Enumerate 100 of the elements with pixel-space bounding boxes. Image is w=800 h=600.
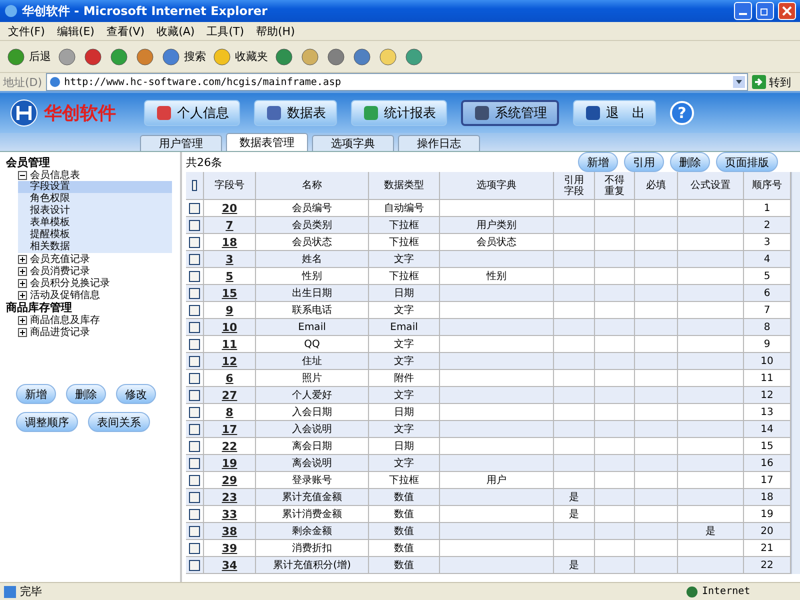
field-link[interactable]: 6 [226, 372, 234, 384]
field-link[interactable]: 39 [222, 542, 238, 554]
checkbox[interactable] [189, 372, 200, 384]
address-field[interactable]: http://www.hc-software.com/hcgis/mainframe.asp [46, 73, 748, 91]
checkbox[interactable] [189, 338, 200, 350]
field-link[interactable]: 3 [226, 252, 234, 266]
tree-item[interactable]: 活动及促销信息 [30, 288, 100, 302]
action-button[interactable]: 新增 [16, 384, 56, 404]
checkbox[interactable] [189, 390, 200, 400]
scrollbar[interactable] [791, 172, 800, 574]
tree-item[interactable]: 报表设计 [18, 205, 172, 217]
action-button[interactable]: 表间关系 [88, 412, 150, 432]
field-link[interactable]: 34 [222, 558, 238, 572]
checkbox[interactable] [189, 322, 200, 332]
expand-icon[interactable] [18, 290, 27, 300]
field-link[interactable]: 5 [226, 270, 234, 282]
menu-item[interactable]: 工具(T) [206, 24, 244, 38]
tree-item[interactable]: 字段设置 [18, 181, 172, 193]
field-link[interactable]: 33 [222, 508, 238, 520]
field-link[interactable]: 20 [222, 202, 238, 214]
tab[interactable]: 数据表管理 [226, 133, 308, 151]
tree-item[interactable]: 角色权限 [18, 193, 172, 205]
toolbar-button[interactable]: 搜索 [161, 46, 206, 66]
tree-item[interactable]: 商品进货记录 [30, 325, 90, 339]
field-link[interactable]: 10 [222, 320, 238, 334]
checkbox[interactable] [189, 474, 200, 486]
checkbox[interactable] [189, 542, 200, 554]
tab[interactable]: 用户管理 [140, 135, 222, 151]
checkbox[interactable] [189, 270, 200, 282]
action-button[interactable]: 新增 [578, 152, 618, 172]
minimize-button[interactable] [734, 2, 752, 20]
menu-item[interactable]: 帮助(H) [256, 24, 295, 38]
tab[interactable]: 选项字典 [312, 135, 394, 151]
checkbox[interactable] [189, 560, 200, 570]
action-button[interactable]: 删除 [670, 152, 710, 172]
field-link[interactable]: 11 [222, 338, 238, 350]
field-link[interactable]: 18 [222, 236, 238, 248]
nav-button[interactable]: 统计报表 [351, 100, 447, 126]
expand-icon[interactable] [18, 254, 27, 264]
checkbox[interactable] [189, 440, 200, 452]
expand-icon[interactable] [18, 266, 27, 276]
checkbox[interactable] [189, 492, 200, 502]
action-button[interactable]: 调整顺序 [16, 412, 78, 432]
field-link[interactable]: 27 [222, 388, 238, 402]
field-link[interactable]: 12 [222, 354, 238, 368]
action-button[interactable]: 修改 [116, 384, 156, 404]
nav-button[interactable]: 退 出 [573, 100, 656, 126]
nav-button[interactable]: 个人信息 [144, 100, 240, 126]
table-cell [678, 438, 744, 455]
menu-item[interactable]: 文件(F) [8, 24, 45, 38]
checkbox[interactable] [192, 180, 197, 191]
tree-item[interactable]: 商品信息及库存 [30, 313, 100, 327]
action-button[interactable]: 删除 [66, 384, 106, 404]
tree-item[interactable]: 提醒模板 [18, 229, 172, 241]
field-link[interactable]: 8 [226, 406, 234, 418]
checkbox[interactable] [189, 356, 200, 366]
tree-item[interactable]: 会员信息表 [30, 168, 80, 182]
field-link[interactable]: 38 [222, 524, 238, 538]
go-button[interactable]: 转到 [752, 74, 797, 90]
menu-item[interactable]: 编辑(E) [56, 24, 94, 38]
field-link[interactable]: 9 [226, 304, 234, 316]
checkbox[interactable] [189, 406, 200, 418]
field-link[interactable]: 23 [222, 490, 238, 504]
checkbox[interactable] [189, 254, 200, 264]
tree-item[interactable]: 会员消费记录 [30, 264, 90, 278]
field-link[interactable]: 29 [222, 474, 238, 486]
checkbox[interactable] [189, 288, 200, 298]
field-link[interactable]: 15 [222, 286, 238, 300]
tree-item[interactable]: 会员积分兑换记录 [30, 276, 110, 290]
tree-item[interactable]: 相关数据 [18, 241, 172, 253]
help-button[interactable]: ? [670, 101, 694, 125]
nav-button[interactable]: 数据表 [254, 100, 337, 126]
field-link[interactable]: 17 [222, 422, 238, 436]
restore-button[interactable] [756, 2, 774, 20]
tab[interactable]: 操作日志 [398, 135, 480, 151]
field-link[interactable]: 7 [226, 218, 234, 232]
checkbox[interactable] [189, 526, 200, 536]
field-link[interactable]: 19 [222, 456, 238, 470]
action-button[interactable]: 引用 [624, 152, 664, 172]
checkbox[interactable] [189, 304, 200, 316]
action-button[interactable]: 页面排版 [716, 152, 778, 172]
checkbox[interactable] [189, 508, 200, 520]
nav-button[interactable]: 系统管理 [461, 100, 559, 126]
checkbox[interactable] [189, 458, 200, 468]
checkbox[interactable] [189, 202, 200, 214]
menu-item[interactable]: 收藏(A) [156, 24, 195, 38]
tree-item[interactable]: 表单模板 [18, 217, 172, 229]
collapse-icon[interactable] [18, 170, 27, 180]
toolbar-button[interactable]: 后退 [6, 46, 51, 66]
expand-icon[interactable] [18, 328, 27, 336]
field-link[interactable]: 22 [222, 440, 238, 452]
expand-icon[interactable] [18, 316, 27, 324]
checkbox[interactable] [189, 236, 200, 248]
tree-item[interactable]: 会员充值记录 [30, 252, 90, 266]
checkbox[interactable] [189, 424, 200, 434]
checkbox[interactable] [189, 220, 200, 230]
expand-icon[interactable] [18, 278, 27, 288]
menu-item[interactable]: 查看(V) [106, 24, 145, 38]
toolbar-button[interactable]: 收藏夹 [212, 46, 268, 66]
close-button[interactable] [778, 2, 796, 20]
